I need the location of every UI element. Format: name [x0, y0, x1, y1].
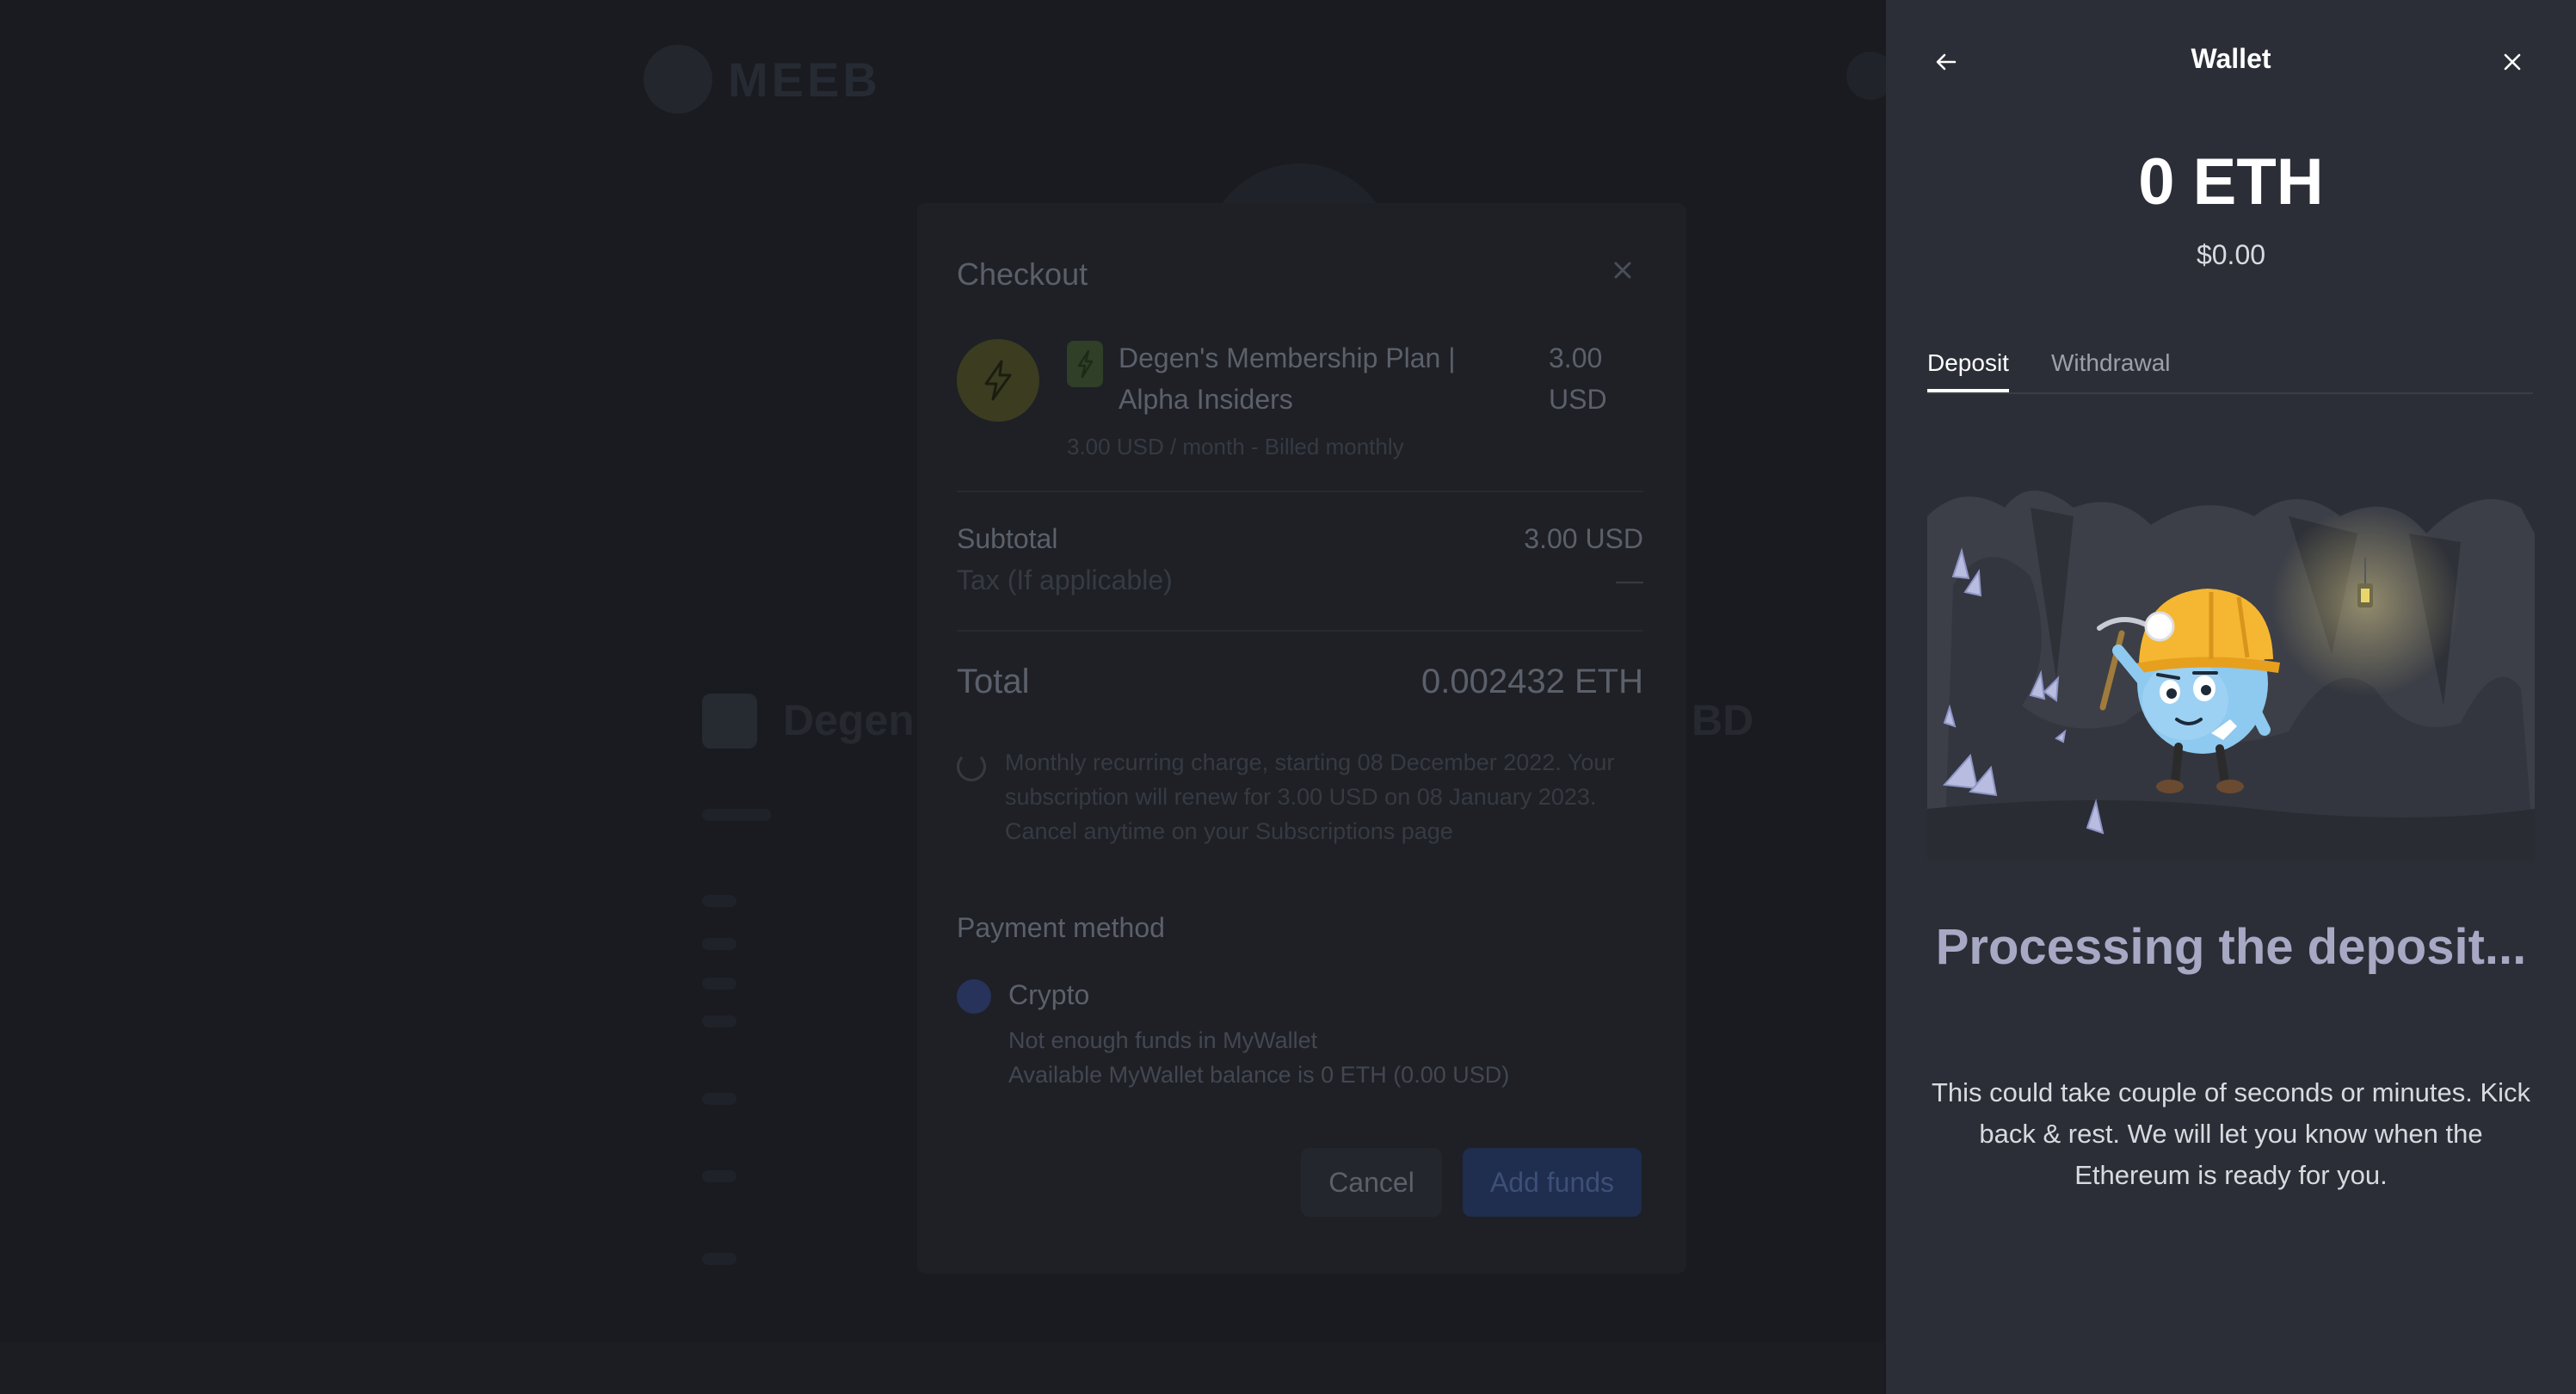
payment-method-label: Payment method — [957, 912, 1165, 943]
wallet-panel: Wallet 0 ETH $0.00 Deposit Withdrawal Pr… — [1886, 0, 2576, 1394]
tab-withdrawal[interactable]: Withdrawal — [2051, 349, 2170, 377]
subtotal-value: 3.00 USD — [1524, 523, 1643, 554]
checkout-modal: Checkout Degen's Membership Plan | Alpha… — [917, 203, 1686, 1274]
funds-balance: Available MyWallet balance is 0 ETH (0.0… — [1008, 1062, 1510, 1088]
crypto-label: Crypto — [1008, 979, 1090, 1010]
bg-text-line — [702, 1253, 736, 1265]
plan-price: 3.00 USD — [1549, 342, 1607, 415]
wallet-title: Wallet — [2191, 43, 2271, 74]
wallet-balance-usd: $0.00 — [2196, 239, 2266, 270]
bg-text-line — [702, 809, 771, 821]
bg-text-line — [702, 895, 736, 907]
total-label: Total — [957, 663, 1030, 700]
wallet-tabs: Deposit Withdrawal — [1927, 346, 2533, 394]
processing-description: This could take couple of seconds or min… — [1931, 1077, 2531, 1190]
bg-footer — [0, 1342, 1884, 1394]
checkout-title: Checkout — [957, 256, 1088, 292]
divider — [957, 630, 1643, 632]
recurring-icon — [957, 752, 986, 781]
plan-billing: 3.00 USD / month - Billed monthly — [1067, 434, 1404, 460]
app-logo: MEEB — [644, 45, 881, 114]
bg-text-line — [702, 1170, 736, 1182]
lightning-icon — [1077, 349, 1094, 379]
total-value: 0.002432 ETH — [1421, 663, 1643, 700]
cancel-button[interactable]: Cancel — [1301, 1148, 1442, 1217]
plan-name: Degen's Membership Plan | Alpha Insiders — [1119, 342, 1456, 415]
bg-text-line — [702, 978, 736, 990]
wallet-balance: 0 ETH — [2138, 145, 2324, 219]
bg-text-line — [702, 938, 736, 950]
tab-deposit[interactable]: Deposit — [1927, 349, 2009, 392]
close-icon[interactable] — [2495, 45, 2530, 79]
close-icon[interactable] — [1605, 253, 1640, 287]
logo-mark-icon — [644, 45, 712, 114]
funds-warning: Not enough funds in MyWallet — [1008, 1027, 1318, 1053]
plan-avatar — [957, 339, 1039, 422]
plan-thumbnail — [702, 694, 757, 749]
miner-illustration — [1927, 490, 2535, 860]
subtotal-label: Subtotal — [957, 523, 1058, 554]
page-title: Degen — [783, 696, 915, 744]
logo-text: MEEB — [728, 52, 881, 107]
divider — [957, 490, 1643, 492]
processing-heading: Processing the deposit... — [1935, 919, 2527, 975]
tax-label: Tax (If applicable) — [957, 564, 1173, 595]
bg-text-line — [702, 1093, 736, 1105]
crypto-radio[interactable] — [957, 979, 991, 1014]
page-title-right: BD — [1692, 696, 1754, 744]
plan-badge — [1067, 341, 1103, 387]
recurring-notice: Monthly recurring charge, starting 08 De… — [1005, 749, 1615, 844]
tax-value: — — [1616, 564, 1643, 595]
bg-text-line — [702, 1015, 736, 1027]
lightning-icon — [984, 360, 1012, 401]
add-funds-button[interactable]: Add funds — [1463, 1148, 1642, 1217]
